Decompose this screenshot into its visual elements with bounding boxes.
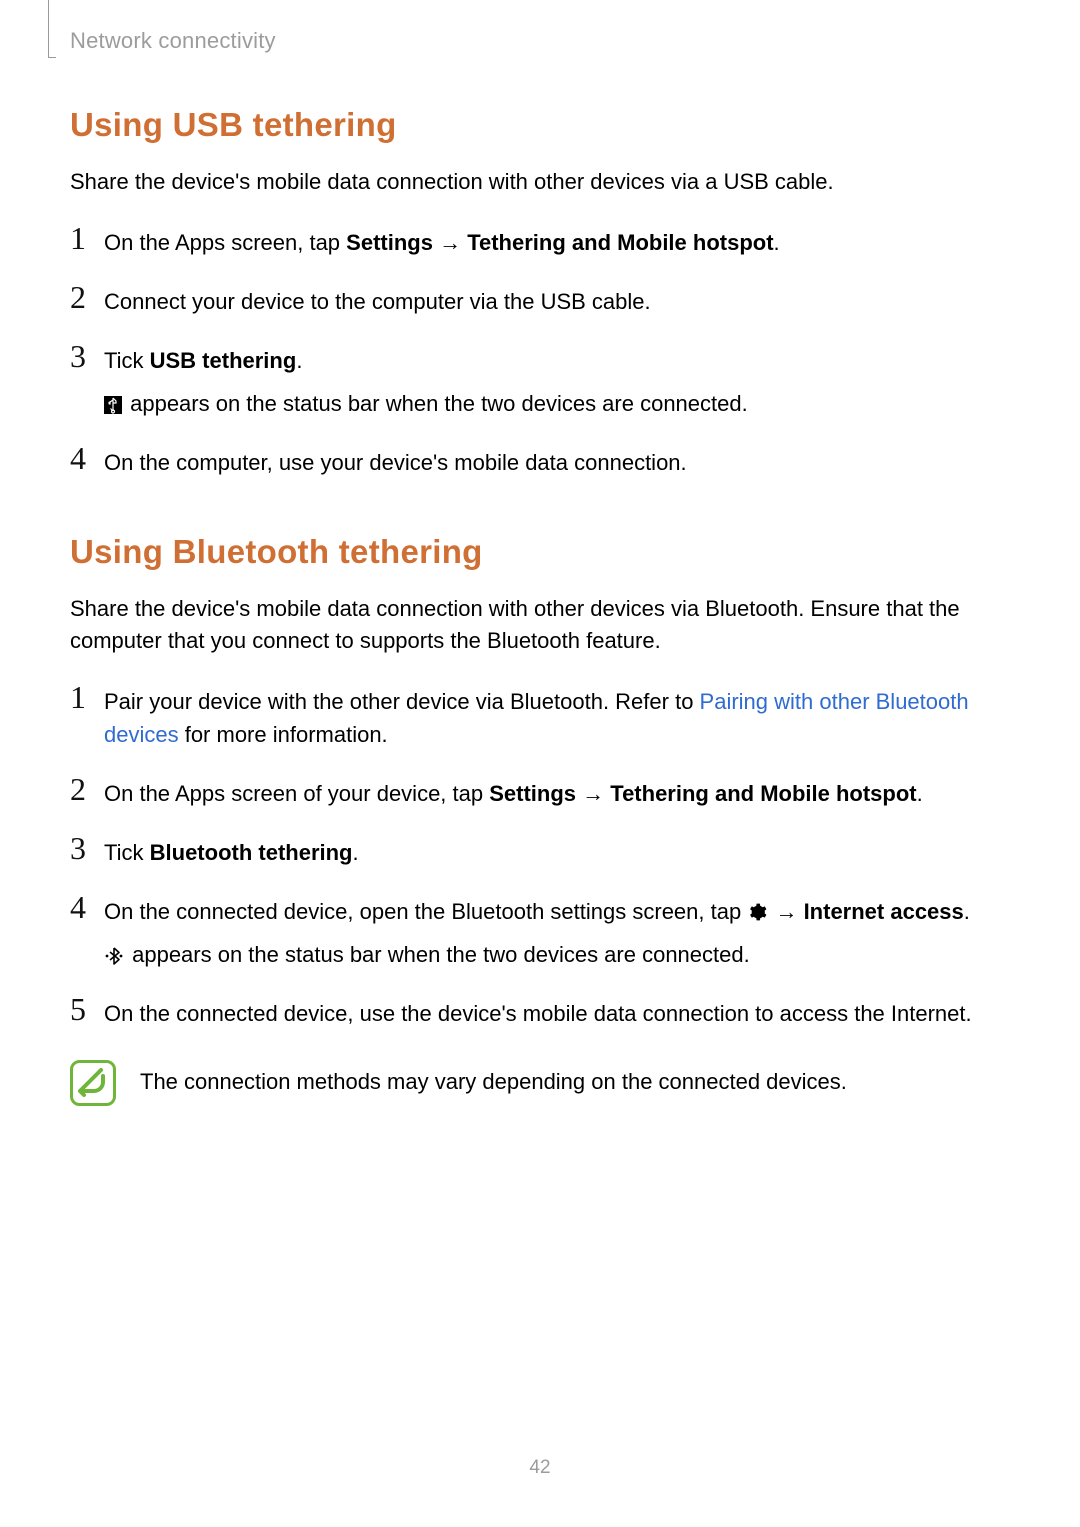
text: for more information. <box>179 722 388 747</box>
corner-rule-decoration <box>48 0 56 58</box>
text: . <box>774 230 780 255</box>
step-sub: appears on the status bar when the two d… <box>104 938 1010 971</box>
step-body: Pair your device with the other device v… <box>104 681 1010 751</box>
step-number: 4 <box>70 891 104 923</box>
step-number: 1 <box>70 681 104 713</box>
text: . <box>917 781 923 806</box>
step-number: 3 <box>70 340 104 372</box>
step-number: 4 <box>70 442 104 474</box>
text: . <box>353 840 359 865</box>
step-usb-3: 3 Tick USB tethering. appears on the sta… <box>70 340 1010 420</box>
text: . <box>964 899 970 924</box>
step-body: Tick USB tethering. appears on the statu… <box>104 340 1010 420</box>
step-bt-1: 1 Pair your device with the other device… <box>70 681 1010 751</box>
ui-label-settings: Settings <box>346 230 433 255</box>
usb-status-icon <box>104 396 122 414</box>
step-number: 2 <box>70 773 104 805</box>
text: . <box>296 348 302 373</box>
text: On the Apps screen of your device, tap <box>104 781 489 806</box>
step-body: On the computer, use your device's mobil… <box>104 442 1010 479</box>
text: Pair your device with the other device v… <box>104 689 700 714</box>
breadcrumb: Network connectivity <box>70 28 1010 54</box>
ui-label-bluetooth-tethering: Bluetooth tethering <box>150 840 353 865</box>
note-text: The connection methods may vary dependin… <box>140 1067 847 1098</box>
steps-bluetooth: 1 Pair your device with the other device… <box>70 681 1010 1030</box>
step-number: 3 <box>70 832 104 864</box>
ui-label-tethering-hotspot: Tethering and Mobile hotspot <box>610 781 916 806</box>
arrow: → <box>576 781 610 806</box>
bluetooth-tether-status-icon <box>104 947 124 965</box>
step-number: 2 <box>70 281 104 313</box>
page-number: 42 <box>0 1457 1080 1479</box>
text: Tick <box>104 348 150 373</box>
step-body: On the connected device, open the Blueto… <box>104 891 1010 971</box>
step-number: 1 <box>70 222 104 254</box>
step-bt-4: 4 On the connected device, open the Blue… <box>70 891 1010 971</box>
step-body: Connect your device to the computer via … <box>104 281 1010 318</box>
note-icon <box>70 1060 116 1106</box>
ui-label-internet-access: Internet access <box>804 899 964 924</box>
step-usb-2: 2 Connect your device to the computer vi… <box>70 281 1010 318</box>
ui-label-tethering-hotspot: Tethering and Mobile hotspot <box>467 230 773 255</box>
arrow: → <box>433 230 467 255</box>
heading-bluetooth-tethering: Using Bluetooth tethering <box>70 533 1010 571</box>
gear-icon <box>747 902 767 922</box>
text: Tick <box>104 840 150 865</box>
step-sub: appears on the status bar when the two d… <box>104 387 1010 420</box>
step-bt-2: 2 On the Apps screen of your device, tap… <box>70 773 1010 810</box>
step-usb-4: 4 On the computer, use your device's mob… <box>70 442 1010 479</box>
ui-label-settings: Settings <box>489 781 576 806</box>
text: On the connected device, open the Blueto… <box>104 899 747 924</box>
intro-usb: Share the device's mobile data connectio… <box>70 166 1010 198</box>
ui-label-usb-tethering: USB tethering <box>150 348 297 373</box>
step-body: On the connected device, use the device'… <box>104 993 1010 1030</box>
steps-usb: 1 On the Apps screen, tap Settings → Tet… <box>70 222 1010 479</box>
step-body: Tick Bluetooth tethering. <box>104 832 1010 869</box>
text: appears on the status bar when the two d… <box>126 942 750 967</box>
note-block: The connection methods may vary dependin… <box>70 1060 1010 1106</box>
step-body: On the Apps screen of your device, tap S… <box>104 773 1010 810</box>
step-bt-5: 5 On the connected device, use the devic… <box>70 993 1010 1030</box>
text: On the Apps screen, tap <box>104 230 346 255</box>
arrow: → <box>769 899 803 924</box>
heading-usb-tethering: Using USB tethering <box>70 106 1010 144</box>
step-usb-1: 1 On the Apps screen, tap Settings → Tet… <box>70 222 1010 259</box>
step-body: On the Apps screen, tap Settings → Tethe… <box>104 222 1010 259</box>
manual-page: Network connectivity Using USB tethering… <box>0 0 1080 1527</box>
step-number: 5 <box>70 993 104 1025</box>
step-bt-3: 3 Tick Bluetooth tethering. <box>70 832 1010 869</box>
text: appears on the status bar when the two d… <box>124 391 748 416</box>
intro-bluetooth: Share the device's mobile data connectio… <box>70 593 1010 657</box>
